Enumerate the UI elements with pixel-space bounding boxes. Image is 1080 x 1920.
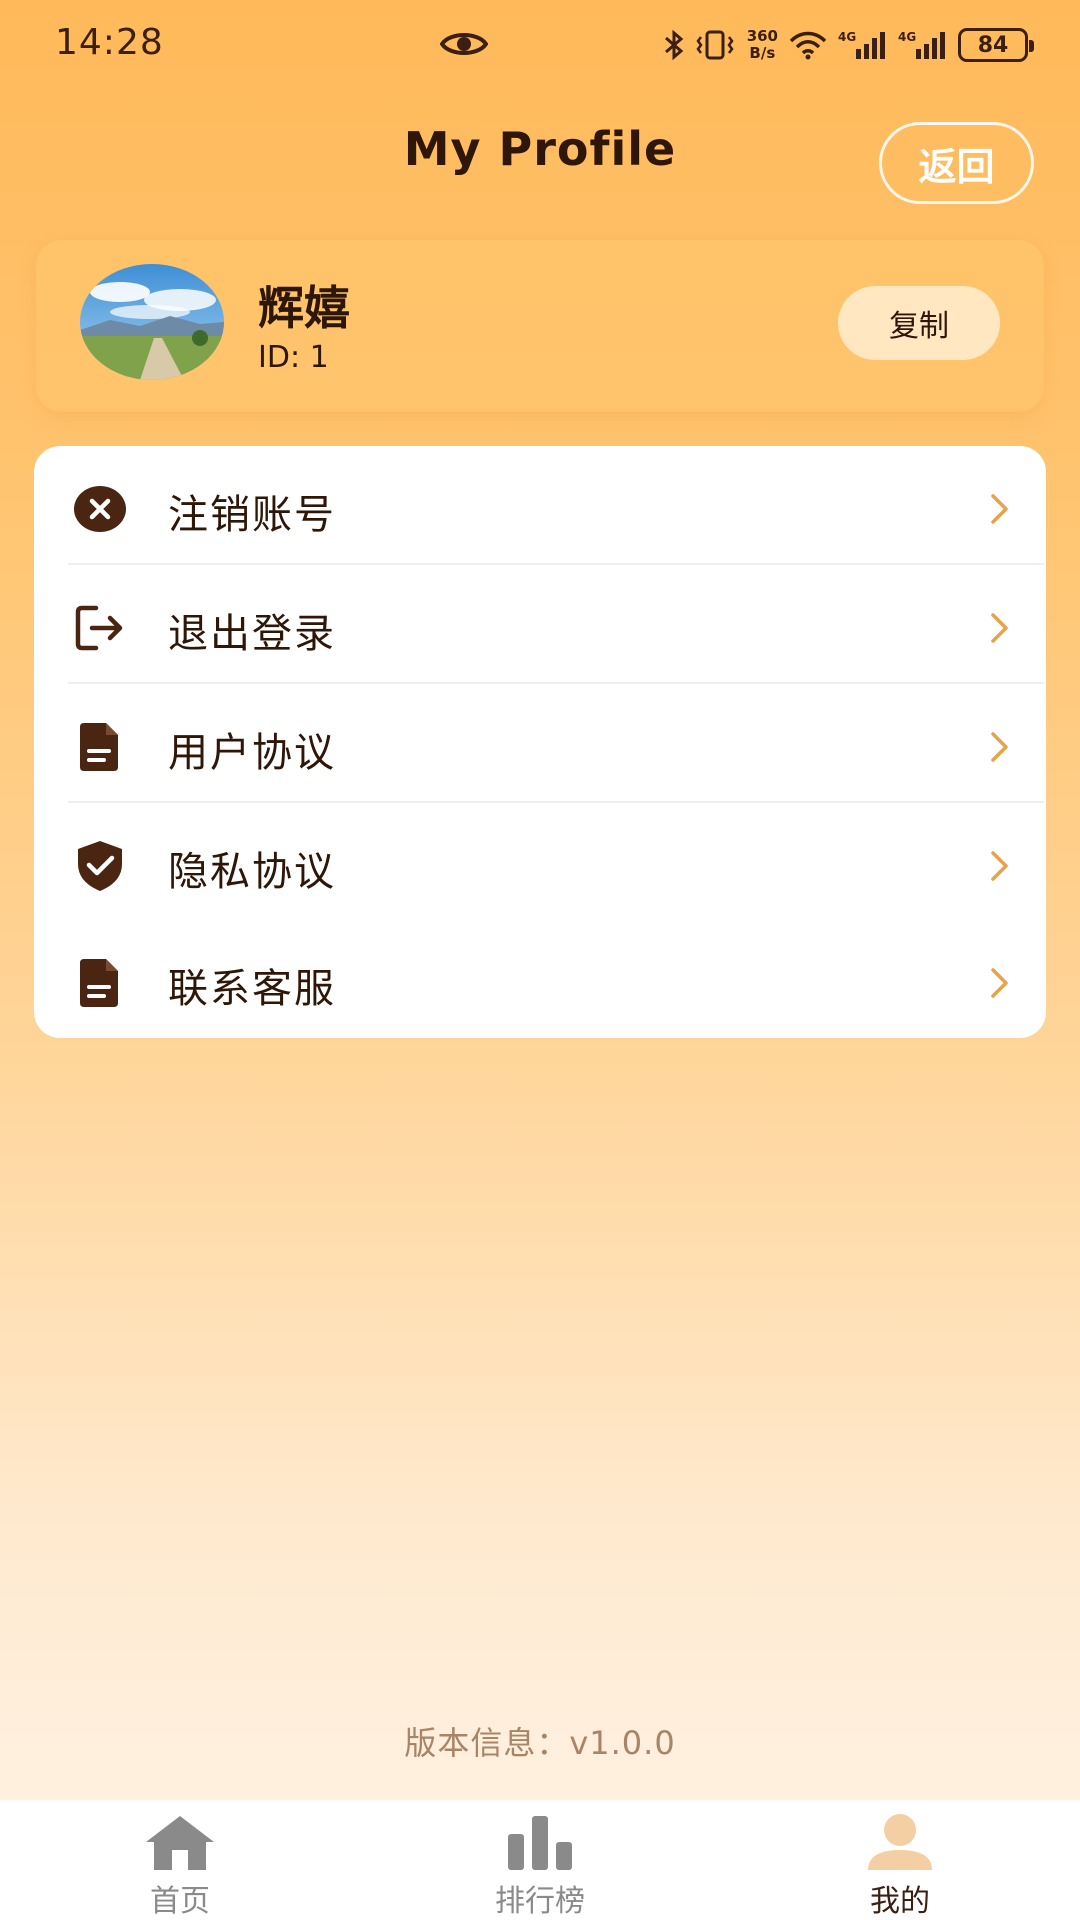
document-icon (80, 959, 118, 1007)
document-icon (80, 723, 118, 771)
chevron-right-icon (991, 494, 1008, 524)
tab-label: 首页 (150, 1884, 210, 1919)
tab-bar: 首页 排行榜 我的 (0, 1800, 1080, 1920)
menu-item-label: 用户协议 (168, 730, 336, 776)
back-button[interactable]: 返回 (879, 122, 1034, 204)
close-circle-icon (74, 486, 126, 532)
avatar-landscape-image (80, 264, 224, 380)
chevron-right-icon (991, 851, 1008, 881)
speed-value: 360 (746, 27, 778, 45)
network-speed: 360 B/s (747, 28, 778, 62)
person-icon (868, 1814, 932, 1870)
status-time: 14:28 (55, 22, 164, 63)
tab-mine[interactable]: 我的 (800, 1800, 1000, 1920)
wifi-icon (789, 31, 827, 60)
bluetooth-icon (664, 29, 683, 61)
svg-text:4G: 4G (898, 30, 916, 44)
menu-item-privacy-policy[interactable]: 隐私协议 (34, 803, 1046, 921)
menu-item-user-agreement[interactable]: 用户协议 (34, 684, 1046, 802)
copy-button[interactable]: 复制 (838, 286, 1000, 360)
home-icon (146, 1816, 214, 1870)
menu-item-label: 联系客服 (168, 966, 336, 1012)
chevron-right-icon (991, 732, 1008, 762)
username: 辉嬉 (258, 281, 350, 335)
menu-card: 注销账号 退出登录 用户协议 隐私协议 联系客服 (34, 446, 1046, 1038)
signal-4g-icon: 4G (898, 30, 945, 59)
speed-unit: B/s (749, 44, 776, 62)
menu-item-deactivate-account[interactable]: 注销账号 (34, 446, 1046, 564)
status-bar: 14:28 360 B/s 4G 4G 84 (0, 0, 1080, 90)
eye-icon (440, 33, 488, 55)
battery-indicator: 84 (958, 28, 1034, 62)
avatar[interactable] (80, 264, 224, 380)
tab-label: 排行榜 (495, 1884, 585, 1919)
tab-label: 我的 (870, 1884, 930, 1919)
tab-ranking[interactable]: 排行榜 (440, 1800, 640, 1920)
menu-item-logout[interactable]: 退出登录 (34, 565, 1046, 683)
tab-home[interactable]: 首页 (80, 1800, 280, 1920)
user-id: ID: 1 (258, 340, 329, 375)
menu-item-label: 注销账号 (168, 492, 336, 538)
logout-icon (75, 605, 123, 651)
version-info: 版本信息：v1.0.0 (404, 1724, 676, 1762)
network-4g-label: 4G (838, 30, 856, 44)
bar-chart-icon (508, 1816, 572, 1870)
menu-item-label: 退出登录 (168, 611, 336, 657)
chevron-right-icon (991, 613, 1008, 643)
signal-4g-icon: 4G (838, 30, 885, 59)
vibrate-icon (696, 30, 734, 60)
menu-item-contact-support[interactable]: 联系客服 (34, 920, 1046, 1038)
status-icons: 360 B/s 4G 4G 84 (663, 20, 1034, 70)
shield-check-icon (78, 841, 122, 891)
chevron-right-icon (991, 968, 1008, 998)
menu-item-label: 隐私协议 (168, 849, 336, 895)
